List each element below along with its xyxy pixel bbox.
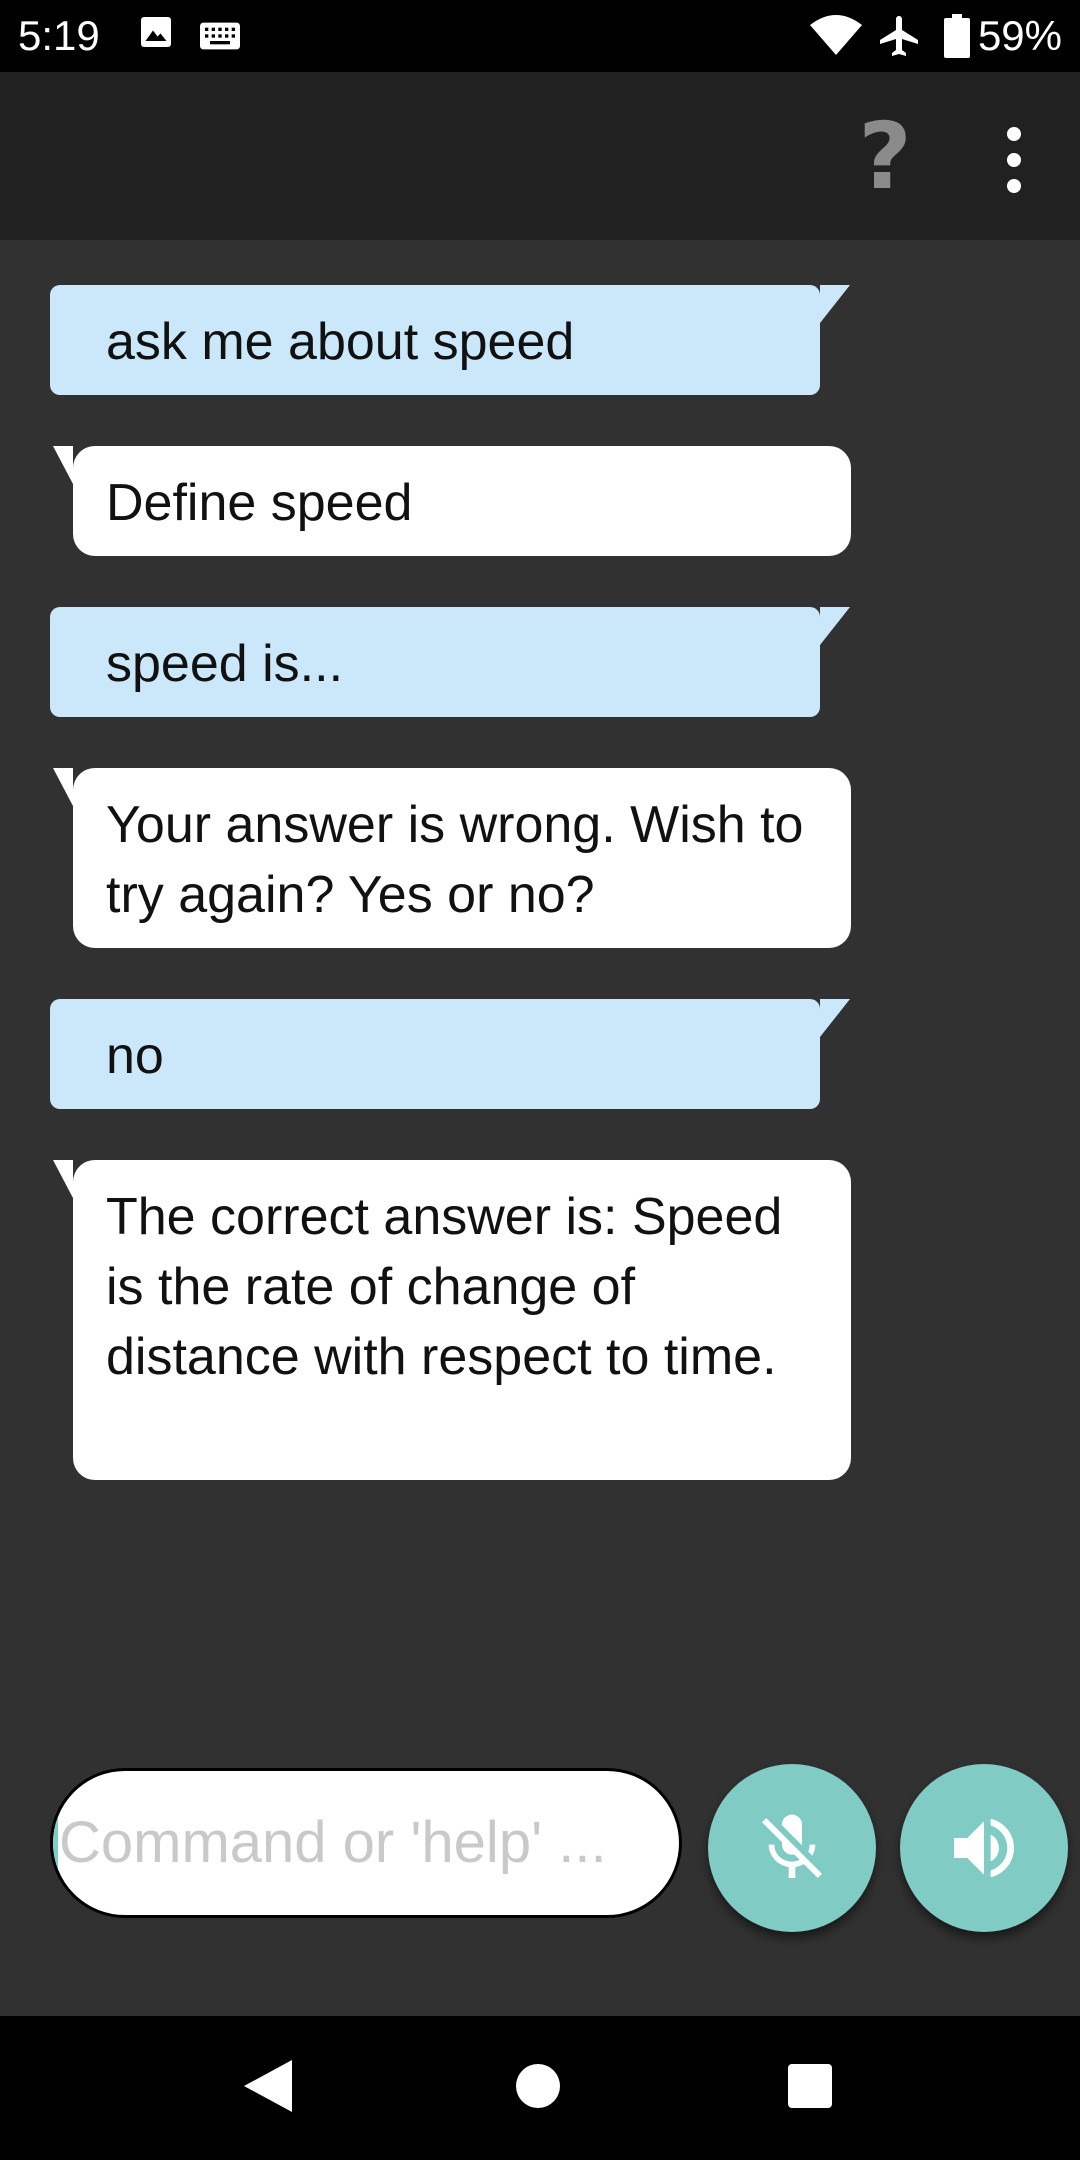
battery-percentage: 59% <box>977 12 1062 59</box>
mic-button[interactable] <box>708 1764 876 1932</box>
image-icon <box>138 14 174 55</box>
navigation-bar <box>0 2016 1080 2160</box>
command-input[interactable]: Command or 'help' ... <box>50 1768 682 1918</box>
help-icon[interactable]: ? <box>850 111 920 203</box>
user-message: speed is... <box>50 607 850 717</box>
status-bar: 5:19 59% <box>0 0 1080 72</box>
user-message: ask me about speed <box>50 285 850 395</box>
keyboard-icon <box>200 22 240 55</box>
bot-message: The correct answer is: Speed is the rate… <box>53 1160 851 1480</box>
message-text: Define speed <box>106 474 413 532</box>
message-text: no <box>106 1027 164 1085</box>
command-input-placeholder: Command or 'help' ... <box>59 1810 607 1875</box>
message-text: The correct answer is: Speed is the rate… <box>106 1188 783 1386</box>
status-time: 5:19 <box>18 12 100 59</box>
app-bar: ? <box>0 72 1080 240</box>
text-cursor <box>53 1806 58 1886</box>
message-text: ask me about speed <box>106 313 575 371</box>
bot-message: Define speed <box>53 446 851 556</box>
battery-icon <box>944 14 970 63</box>
speaker-button[interactable] <box>900 1764 1068 1932</box>
recents-icon[interactable] <box>786 2062 834 2115</box>
user-message: no <box>50 999 850 1109</box>
airplane-icon <box>876 12 924 65</box>
more-vert-icon[interactable] <box>990 124 1038 196</box>
back-icon[interactable] <box>240 2056 296 2121</box>
message-text: Your answer is wrong. Wish to try again?… <box>106 796 804 924</box>
bot-message: Your answer is wrong. Wish to try again?… <box>53 768 851 948</box>
message-text: speed is... <box>106 635 344 693</box>
home-icon[interactable] <box>514 2062 562 2115</box>
wifi-icon <box>810 14 862 61</box>
